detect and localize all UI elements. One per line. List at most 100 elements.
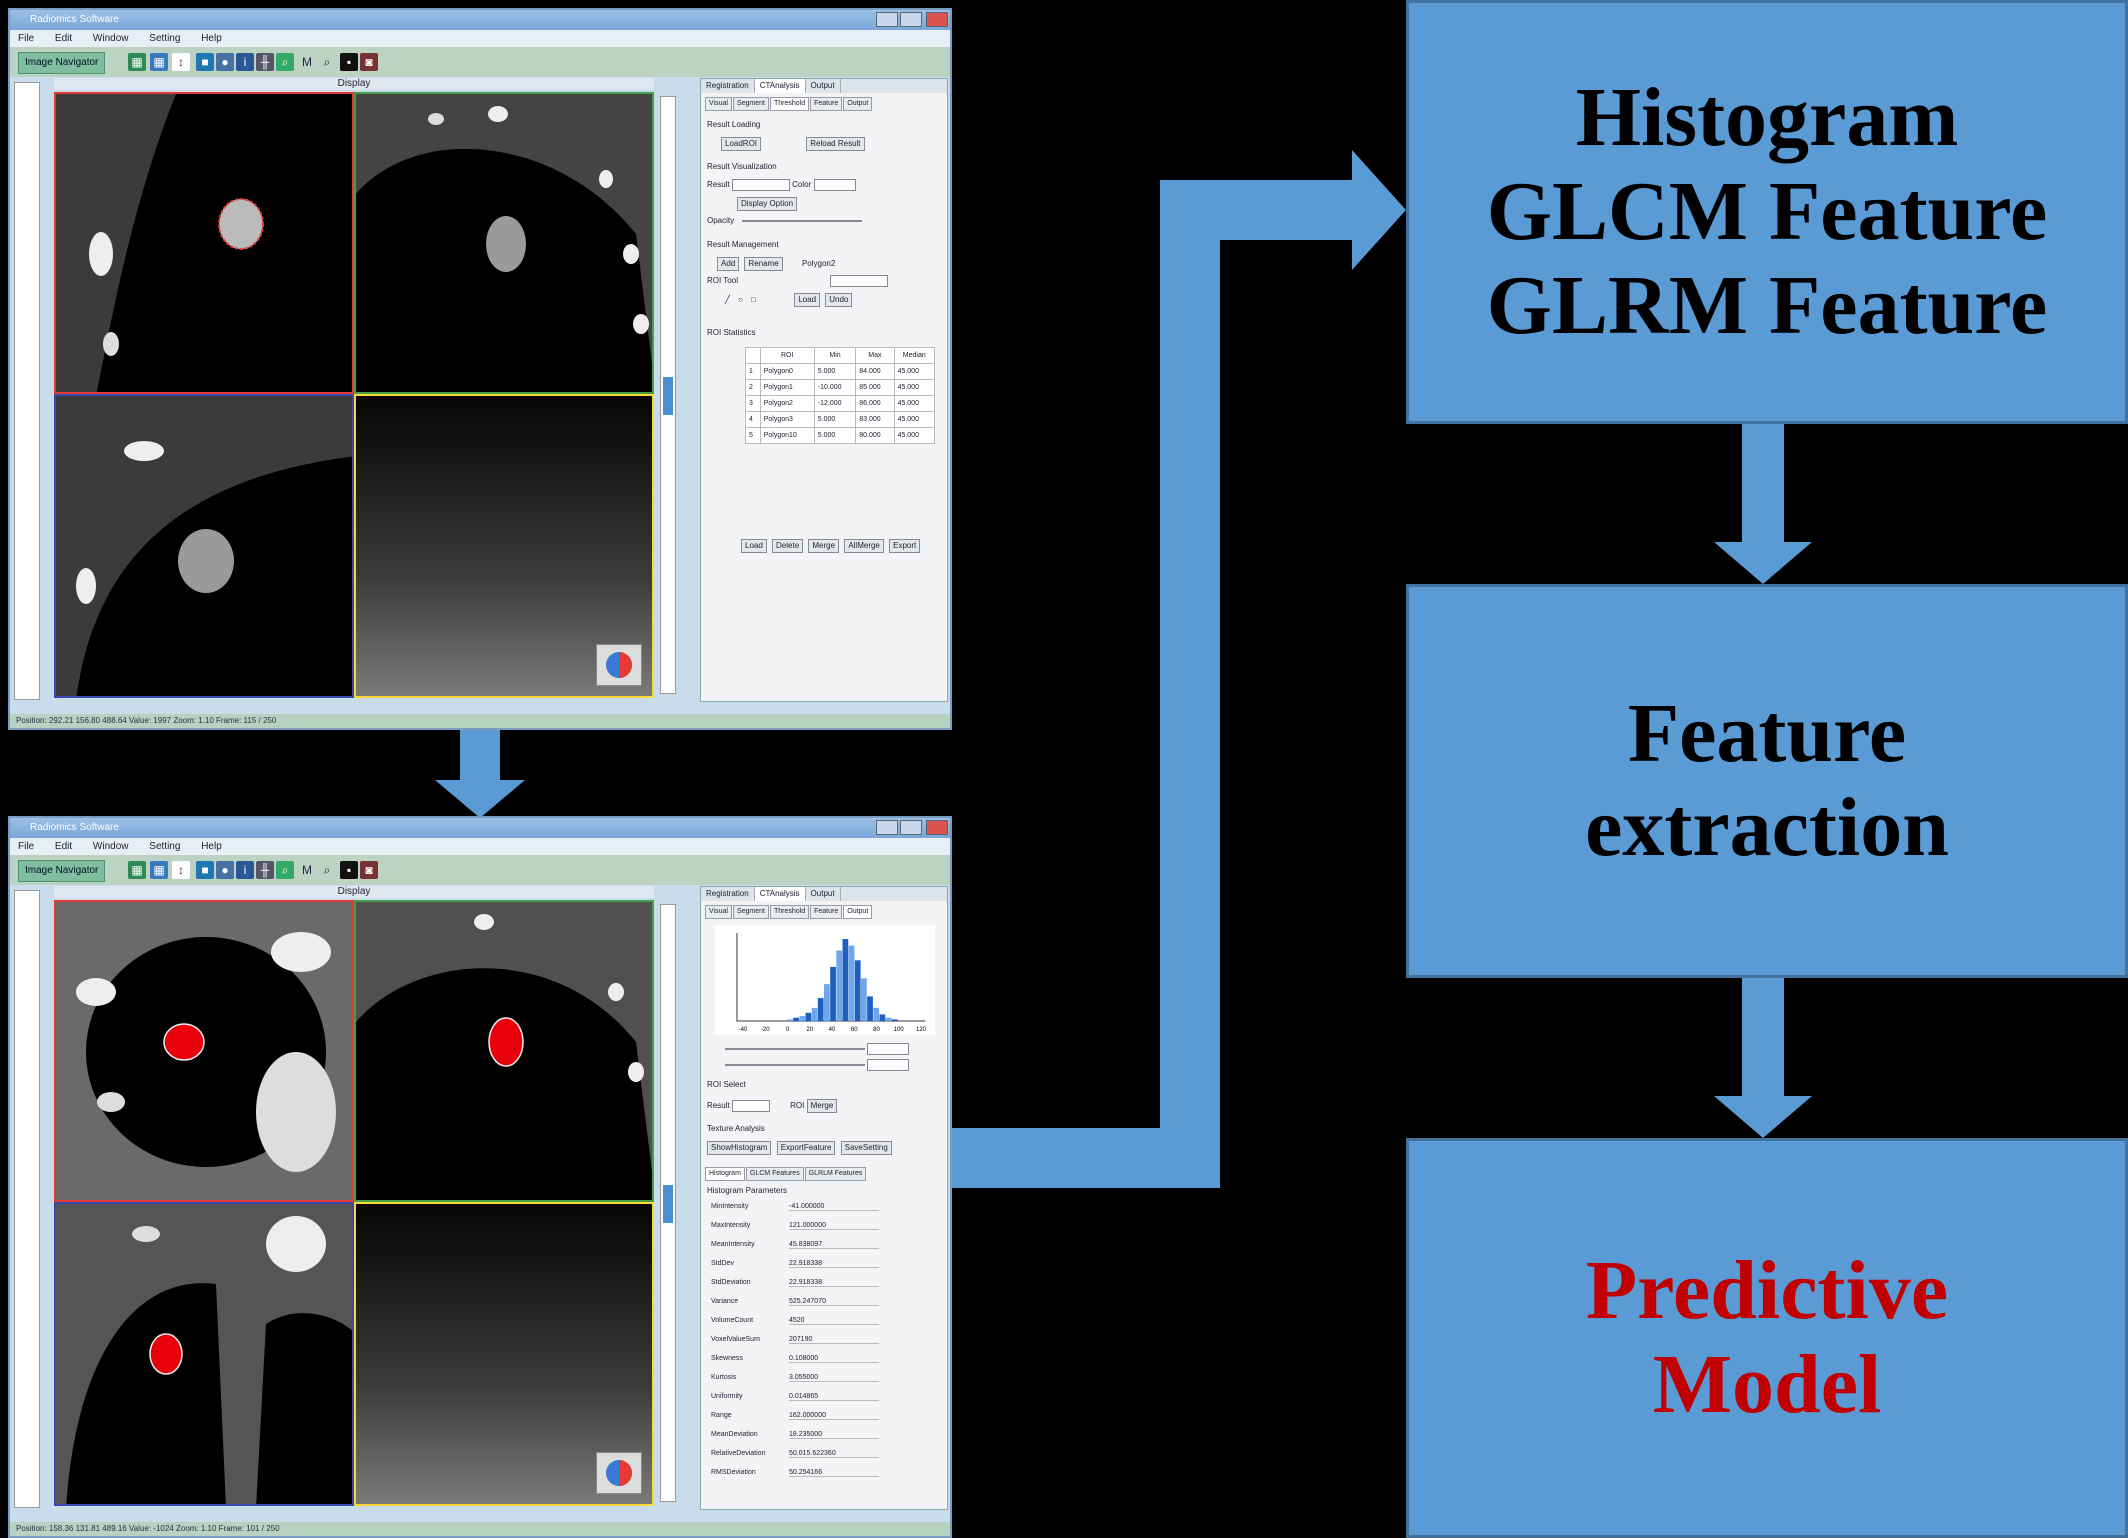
menu-window[interactable]: Window — [93, 33, 129, 44]
menu-file[interactable]: File — [18, 33, 34, 44]
add-button[interactable]: Add — [717, 257, 740, 271]
table-row[interactable]: 5 Polygon10 5.000 80.000 45.000 — [745, 427, 936, 444]
polygon-select[interactable] — [830, 275, 889, 287]
minimize-button[interactable] — [876, 12, 898, 27]
subtab-threshold[interactable]: Threshold — [769, 97, 810, 111]
table-row[interactable]: 4 Polygon3 5.000 83.000 45.000 — [745, 411, 936, 428]
cube-icon[interactable]: ■ — [196, 53, 214, 71]
layout-icon[interactable]: ▦ — [128, 53, 146, 71]
slice-slider[interactable] — [660, 904, 676, 1502]
viewport-sagittal[interactable] — [354, 900, 654, 1202]
measure-icon[interactable]: M — [298, 861, 316, 879]
subtab-feature[interactable]: Feature — [810, 97, 843, 111]
arrow-icon[interactable]: ↕ — [172, 53, 190, 71]
minimize-button[interactable] — [876, 820, 898, 835]
load-button[interactable]: Load — [794, 293, 821, 307]
tab-output[interactable]: Output — [806, 887, 841, 901]
image-navigator-button[interactable]: Image Navigator — [18, 52, 106, 74]
menu-file[interactable]: File — [18, 841, 34, 852]
color-select[interactable] — [813, 179, 856, 191]
subtab-visual[interactable]: Visual — [705, 97, 732, 111]
viewport-axial[interactable] — [54, 92, 354, 394]
export-button[interactable]: Export — [889, 539, 921, 553]
result-select[interactable] — [731, 1099, 770, 1112]
close-button[interactable] — [926, 820, 948, 835]
undo-button[interactable]: Undo — [825, 293, 853, 307]
tab-histogram[interactable]: Histogram — [705, 1167, 745, 1181]
zoom-icon[interactable]: ⌕ — [276, 53, 294, 71]
menu-help[interactable]: Help — [201, 841, 222, 852]
camera-icon[interactable]: ◙ — [360, 53, 378, 71]
rename-button[interactable]: Rename — [744, 257, 783, 271]
circle-tool-icon[interactable]: ○ — [738, 295, 743, 304]
subtab-output[interactable]: Output — [843, 905, 873, 919]
viewport-3d[interactable] — [354, 1202, 654, 1506]
max-value-field[interactable] — [867, 1059, 910, 1071]
viewport-coronal[interactable] — [54, 394, 354, 698]
opacity-slider[interactable] — [742, 219, 863, 222]
export-feature-button[interactable]: ExportFeature — [776, 1141, 836, 1155]
tab-glrlm[interactable]: GLRLM Features — [804, 1167, 867, 1181]
image-navigator-button[interactable]: Image Navigator — [18, 860, 106, 882]
delete-button[interactable]: Delete — [772, 539, 804, 553]
menu-window[interactable]: Window — [93, 841, 129, 852]
circle-icon[interactable]: ● — [216, 53, 234, 71]
ruler-icon[interactable]: ╫ — [256, 53, 274, 71]
zoom-icon[interactable]: ⌕ — [276, 861, 294, 879]
table-row[interactable]: 3 Polygon2 -12.000 86.000 45.000 — [745, 395, 936, 412]
slider-thumb[interactable] — [663, 1185, 673, 1223]
menu-setting[interactable]: Setting — [149, 841, 180, 852]
menu-setting[interactable]: Setting — [149, 33, 180, 44]
menu-edit[interactable]: Edit — [55, 841, 72, 852]
layout-icon[interactable]: ▦ — [128, 861, 146, 879]
maximize-button[interactable] — [900, 12, 922, 27]
menu-edit[interactable]: Edit — [55, 33, 72, 44]
table-row[interactable]: 2 Polygon1 -10.000 85.000 45.000 — [745, 379, 936, 396]
show-histogram-button[interactable]: ShowHistogram — [707, 1141, 772, 1155]
tab-glcm[interactable]: GLCM Features — [745, 1167, 804, 1181]
load-roi-stats-button[interactable]: Load — [741, 539, 767, 553]
arrow-icon[interactable]: ↕ — [172, 861, 190, 879]
subtab-feature[interactable]: Feature — [810, 905, 843, 919]
grid-icon[interactable]: ▦ — [150, 53, 168, 71]
roi-select[interactable]: Merge — [806, 1099, 838, 1113]
menu-help[interactable]: Help — [201, 33, 222, 44]
subtab-visual[interactable]: Visual — [705, 905, 732, 919]
camera-icon[interactable]: ◙ — [360, 861, 378, 879]
slider-thumb[interactable] — [663, 377, 673, 415]
rect-tool-icon[interactable]: □ — [751, 295, 756, 304]
viewport-3d[interactable] — [354, 394, 654, 698]
reload-result-button[interactable]: Reload Result — [806, 137, 865, 151]
measure-icon[interactable]: M — [298, 53, 316, 71]
display-option-button[interactable]: Display Option — [737, 197, 798, 211]
cube-icon[interactable]: ■ — [196, 861, 214, 879]
line-tool-icon[interactable]: ╱ — [725, 295, 730, 304]
viewport-axial[interactable] — [54, 900, 354, 1202]
subtab-segment[interactable]: Segment — [732, 97, 769, 111]
merge-button[interactable]: Merge — [808, 539, 840, 553]
table-row[interactable]: 1 Polygon0 5.000 84.000 45.000 — [745, 363, 936, 380]
min-slider[interactable] — [725, 1048, 865, 1050]
grid-icon[interactable]: ▦ — [150, 861, 168, 879]
slice-slider[interactable] — [660, 96, 676, 694]
tab-registration[interactable]: Registration — [701, 887, 755, 901]
circle-icon[interactable]: ● — [216, 861, 234, 879]
tab-ctanalysis[interactable]: CTAnalysis — [754, 887, 806, 901]
search-icon[interactable]: ⌕ — [318, 861, 336, 879]
info-icon[interactable]: i — [236, 861, 254, 879]
subtab-threshold[interactable]: Threshold — [769, 905, 810, 919]
save-setting-button[interactable]: SaveSetting — [840, 1141, 892, 1155]
min-value-field[interactable] — [867, 1043, 910, 1055]
close-button[interactable] — [926, 12, 948, 27]
allmerge-button[interactable]: AllMerge — [844, 539, 884, 553]
ruler-icon[interactable]: ╫ — [256, 861, 274, 879]
viewport-sagittal[interactable] — [354, 92, 654, 394]
load-roi-button[interactable]: LoadROI — [721, 137, 762, 151]
info-icon[interactable]: i — [236, 53, 254, 71]
tab-output[interactable]: Output — [806, 79, 841, 93]
viewport-coronal[interactable] — [54, 1202, 354, 1506]
maximize-button[interactable] — [900, 820, 922, 835]
max-slider[interactable] — [725, 1064, 865, 1066]
screen-icon[interactable]: ▪ — [340, 53, 358, 71]
subtab-segment[interactable]: Segment — [732, 905, 769, 919]
